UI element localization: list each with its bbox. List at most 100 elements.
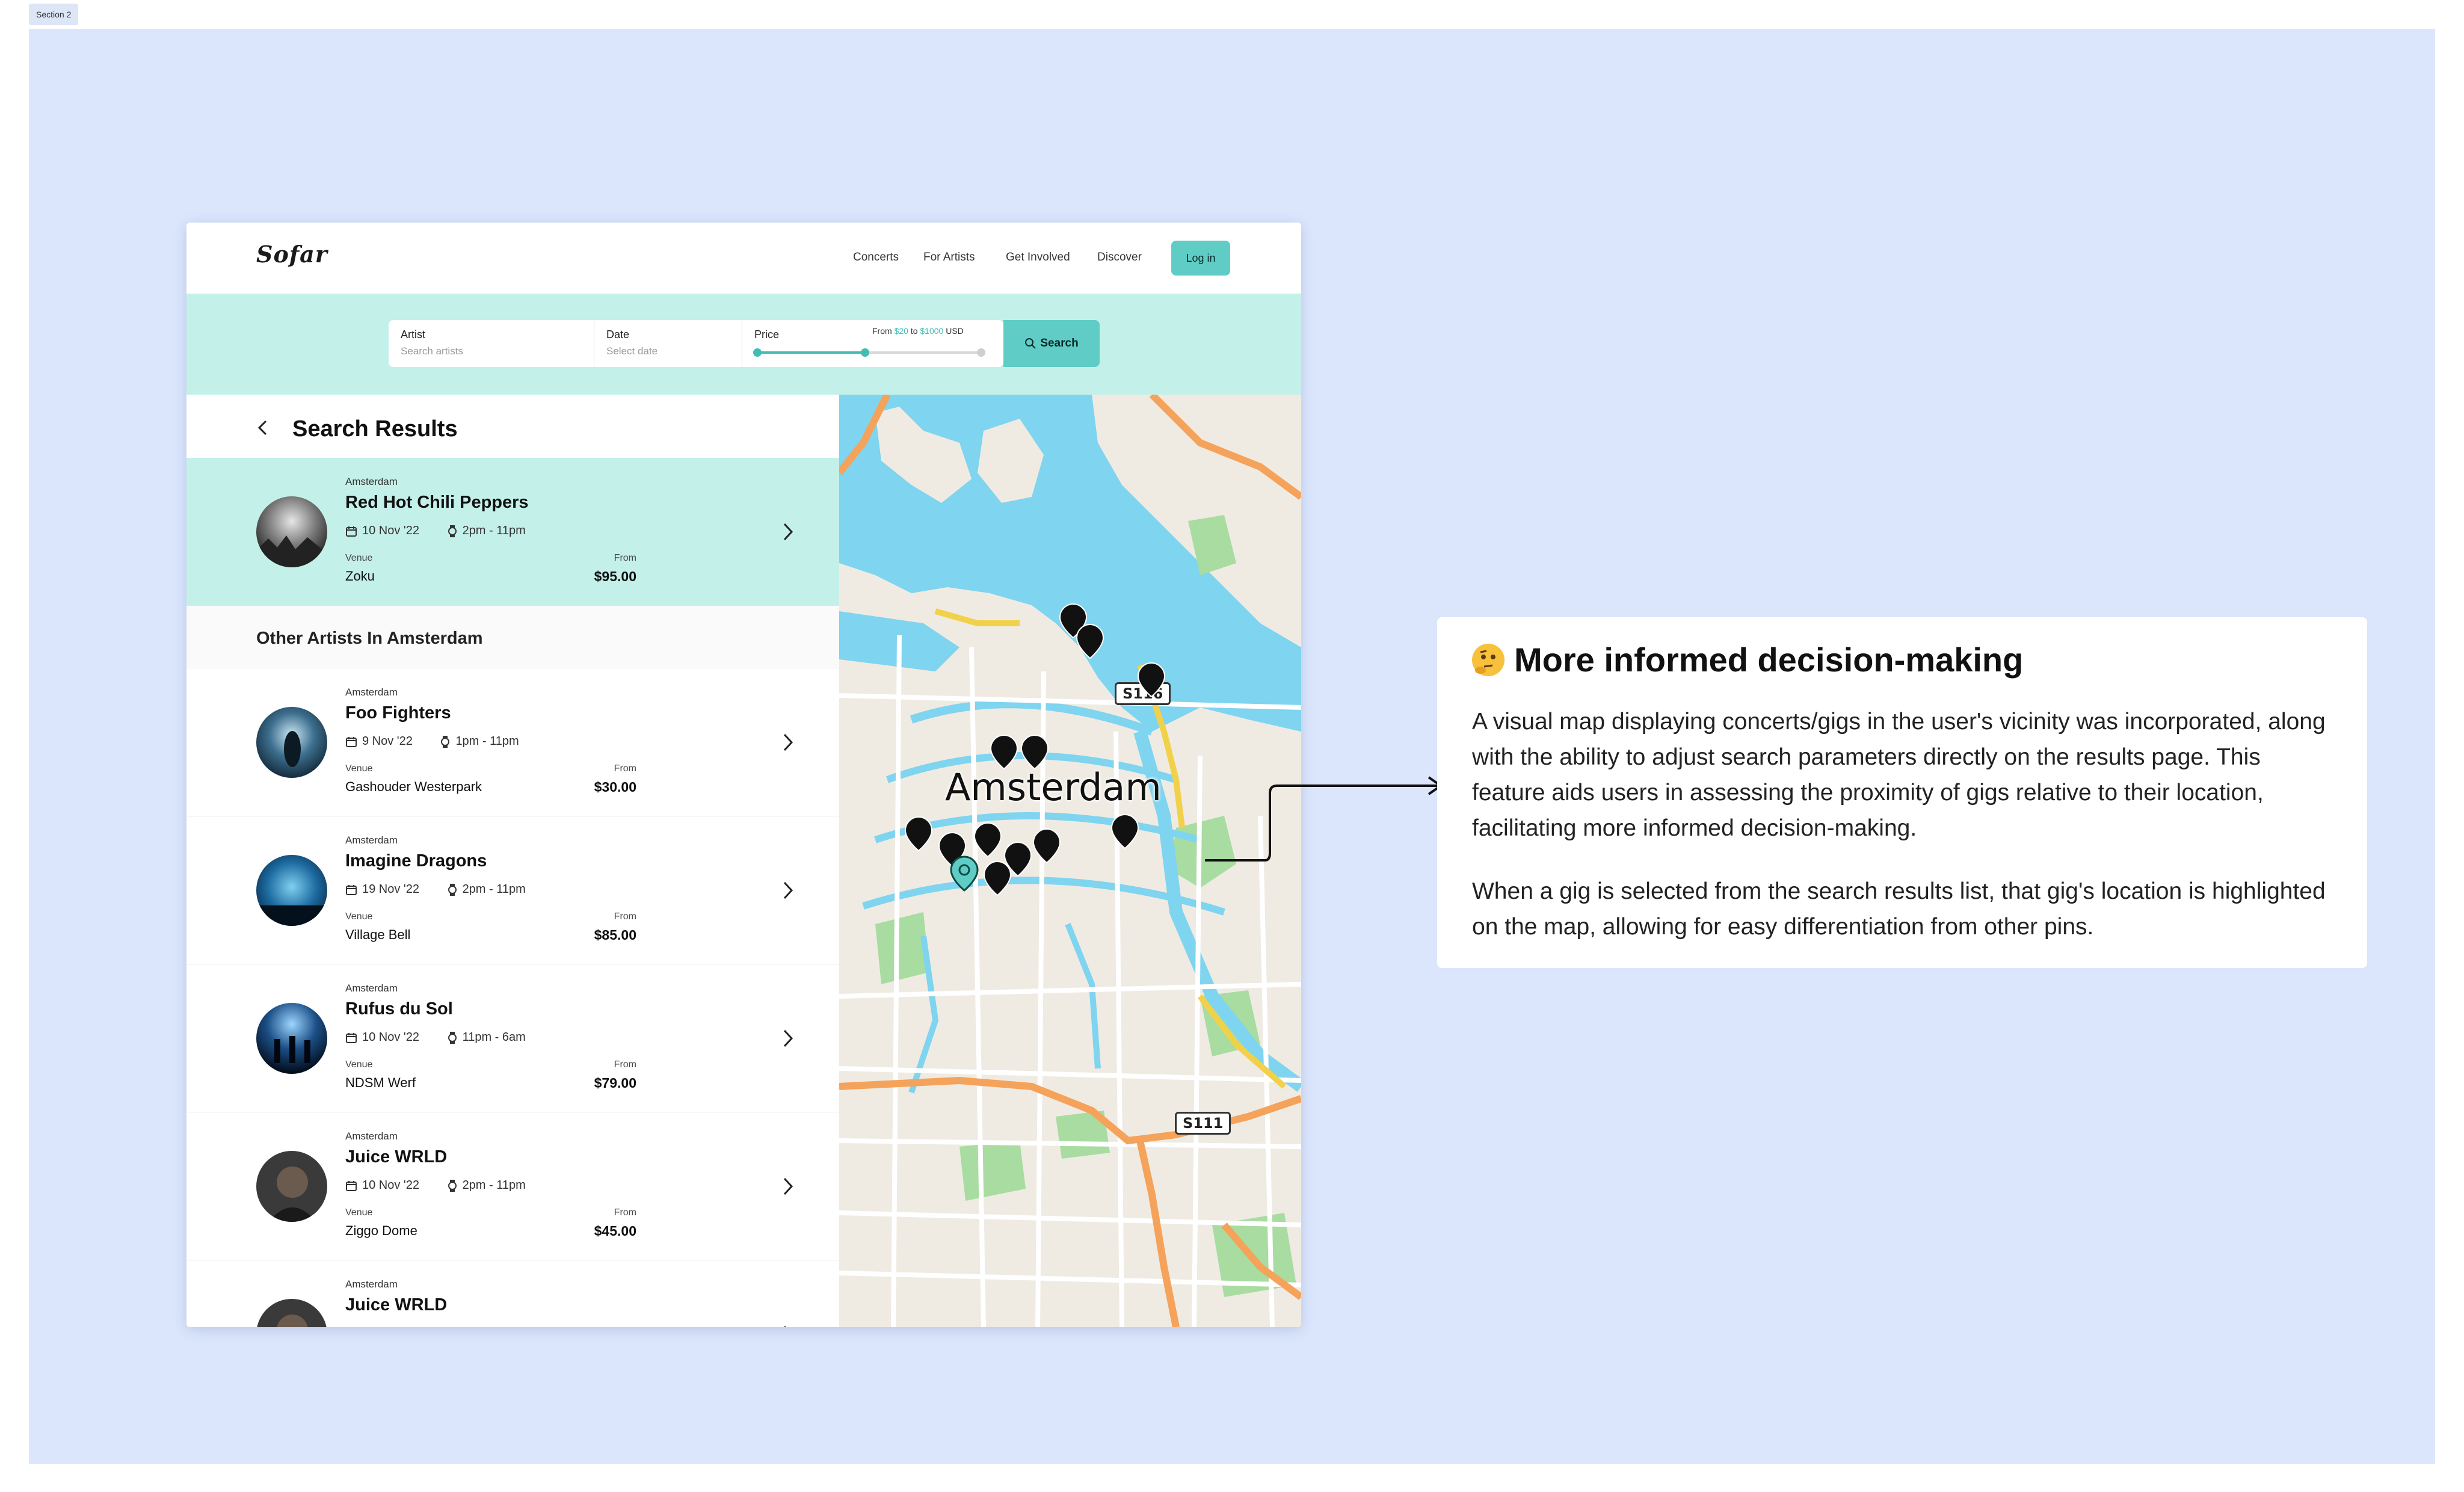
price-slider-low-handle[interactable] <box>753 348 762 357</box>
chevron-right-icon[interactable] <box>782 1028 794 1049</box>
card-venue: Village Bell <box>345 927 411 942</box>
artist-avatar <box>256 496 327 567</box>
watch-icon <box>448 1031 457 1044</box>
card-time: 1pm - 11pm <box>455 735 519 748</box>
artist-input[interactable]: Search artists <box>401 345 463 357</box>
artist-avatar <box>256 1299 327 1327</box>
card-city: Amsterdam <box>345 982 398 994</box>
other-artists-title: Other Artists In Amsterdam <box>256 629 483 648</box>
map-pin[interactable] <box>1111 814 1139 849</box>
card-artist-name: Juice WRLD <box>345 1147 448 1167</box>
info-card: More informed decision-making A visual m… <box>1437 617 2367 968</box>
card-meta: 10 Nov '22 11pm - 6am <box>345 1031 526 1044</box>
connector-arrow <box>1205 776 1443 862</box>
result-card[interactable]: Amsterdam Foo Fighters 9 Nov '22 1pm - 1… <box>186 668 839 816</box>
top-nav: Sofar Concerts For Artists Get Involved … <box>186 223 1301 294</box>
nav-link-discover[interactable]: Discover <box>1097 251 1142 264</box>
map-pin-selected[interactable] <box>950 855 979 892</box>
price-slider[interactable] <box>753 348 985 357</box>
search-button[interactable]: Search <box>1003 320 1100 367</box>
card-time: 2pm - 11pm <box>462 1179 526 1192</box>
map-pin[interactable] <box>1076 624 1104 659</box>
card-date: 9 Nov '22 <box>362 735 413 748</box>
nav-link-concerts[interactable]: Concerts <box>853 251 899 264</box>
artist-avatar <box>256 707 327 778</box>
result-card-selected[interactable]: Amsterdam Red Hot Chili Peppers 10 Nov '… <box>186 458 839 606</box>
map-pin[interactable] <box>1138 662 1165 697</box>
info-title-text: More informed decision-making <box>1514 641 2024 679</box>
chevron-right-icon[interactable] <box>782 880 794 901</box>
watch-icon <box>448 883 457 896</box>
info-paragraph-2: When a gig is selected from the search r… <box>1472 878 2326 940</box>
date-label: Date <box>606 328 630 341</box>
section-tag: Section 2 <box>29 4 79 25</box>
info-paragraph-1: A visual map displaying concerts/gigs in… <box>1472 709 2326 841</box>
results-title: Search Results <box>292 416 458 442</box>
map-pin[interactable] <box>984 861 1011 896</box>
date-input[interactable]: Select date <box>606 345 658 357</box>
chevron-right-icon[interactable] <box>782 1324 794 1327</box>
card-venue: Zoku <box>345 569 375 584</box>
watch-icon <box>448 525 457 537</box>
nav-link-get-involved[interactable]: Get Involved <box>1006 251 1070 264</box>
card-venue-label: Venue <box>345 1207 373 1218</box>
artist-field[interactable]: Artist Search artists <box>389 320 594 367</box>
card-venue-label: Venue <box>345 1059 373 1070</box>
login-button[interactable]: Log in <box>1171 241 1230 276</box>
price-min: $20 <box>894 326 908 336</box>
nav-link-for-artists[interactable]: For Artists <box>923 251 975 264</box>
calendar-icon <box>346 736 357 747</box>
watch-icon <box>448 1179 457 1192</box>
card-price: $30.00 <box>594 779 636 795</box>
card-from-label: From <box>614 1207 636 1218</box>
date-field[interactable]: Date Select date <box>594 320 742 367</box>
price-slider-end <box>977 348 985 357</box>
card-date: 10 Nov '22 <box>362 1179 419 1192</box>
map-pin[interactable] <box>1021 735 1049 769</box>
price-slider-high-handle[interactable] <box>860 348 869 357</box>
search-box: Artist Search artists Date Select date P… <box>389 320 1003 367</box>
search-button-label: Search <box>1040 337 1079 350</box>
results-header: Search Results <box>186 395 839 460</box>
card-artist-name: Juice WRLD <box>345 1295 448 1315</box>
back-chevron-icon[interactable] <box>256 419 270 437</box>
card-artist-name: Foo Fighters <box>345 703 451 723</box>
card-date: 19 Nov '22 <box>362 883 419 896</box>
card-venue: Ziggo Dome <box>345 1223 417 1238</box>
logo[interactable]: Sofar <box>256 241 328 268</box>
card-artist-name: Rufus du Sol <box>345 999 453 1019</box>
card-date: 10 Nov '22 <box>362 524 419 538</box>
map-pin[interactable] <box>905 816 932 851</box>
card-city: Amsterdam <box>345 1278 398 1290</box>
chevron-right-icon[interactable] <box>782 522 794 542</box>
artist-label: Artist <box>401 328 426 341</box>
card-meta: 10 Nov '22 2pm - 11pm <box>345 1179 526 1192</box>
card-artist-name: Red Hot Chili Peppers <box>345 493 529 512</box>
result-card[interactable]: Amsterdam Rufus du Sol 10 Nov '22 11pm -… <box>186 964 839 1112</box>
card-venue-label: Venue <box>345 763 373 774</box>
chevron-right-icon[interactable] <box>782 732 794 753</box>
artist-avatar <box>256 855 327 926</box>
card-price: $45.00 <box>594 1223 636 1239</box>
map-pin[interactable] <box>974 822 1002 857</box>
result-card[interactable]: Amsterdam Juice WRLD <box>186 1260 839 1327</box>
calendar-icon <box>346 1180 357 1191</box>
card-city: Amsterdam <box>345 476 398 487</box>
app-frame: Sofar Concerts For Artists Get Involved … <box>186 223 1301 1327</box>
result-card[interactable]: Amsterdam Juice WRLD 10 Nov '22 2pm - 11… <box>186 1112 839 1260</box>
card-price: $79.00 <box>594 1075 636 1091</box>
card-venue-label: Venue <box>345 553 373 563</box>
map-pin[interactable] <box>990 735 1018 769</box>
card-time: 2pm - 11pm <box>462 883 526 896</box>
card-city: Amsterdam <box>345 1130 398 1142</box>
price-field[interactable]: Price From $20 to $1000 USD <box>742 320 1003 367</box>
card-venue: Gashouder Westerpark <box>345 779 482 794</box>
search-band: Artist Search artists Date Select date P… <box>186 294 1301 395</box>
card-meta: 9 Nov '22 1pm - 11pm <box>345 735 519 748</box>
results-panel: Search Results Amsterdam Red Hot Chili P… <box>186 395 839 1327</box>
card-meta: 19 Nov '22 2pm - 11pm <box>345 883 526 896</box>
result-card[interactable]: Amsterdam Imagine Dragons 19 Nov '22 2pm… <box>186 816 839 964</box>
card-time: 2pm - 11pm <box>462 524 526 538</box>
map-pin[interactable] <box>1033 828 1061 863</box>
chevron-right-icon[interactable] <box>782 1176 794 1197</box>
